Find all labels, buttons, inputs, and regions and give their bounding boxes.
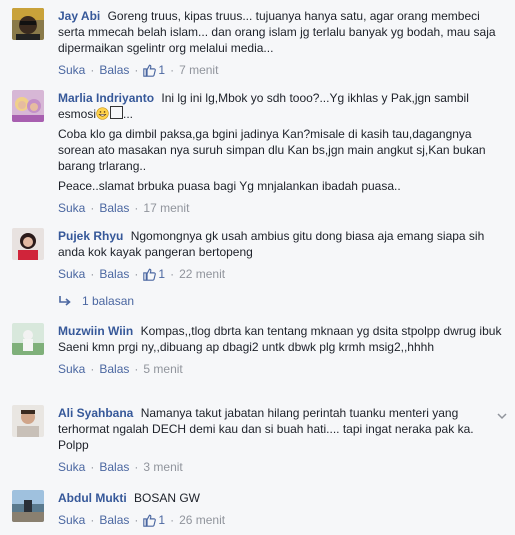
timestamp[interactable]: 17 menit — [143, 200, 189, 216]
avatar[interactable] — [12, 490, 44, 522]
comment-list: Jay Abi Goreng truus, kipas truus... tuj… — [0, 0, 515, 535]
separator: · — [134, 513, 139, 527]
timestamp[interactable]: 7 menit — [179, 62, 218, 78]
comment-text: BOSAN GW — [134, 491, 201, 505]
like-count[interactable]: 1 — [143, 512, 165, 528]
comment-actions: Suka · Balas · 1 · 22 menit — [58, 266, 505, 282]
comment-text: Goreng truus, kipas truus... tujuanya ha… — [58, 9, 496, 55]
separator: · — [90, 201, 95, 215]
like-button[interactable]: Suka — [58, 200, 85, 216]
reply-button[interactable]: Balas — [99, 459, 129, 475]
comment-author[interactable]: Abdul Mukti — [58, 491, 127, 505]
like-count-value: 1 — [158, 267, 166, 281]
separator: · — [90, 513, 95, 527]
timestamp[interactable]: 22 menit — [179, 266, 225, 282]
reply-button[interactable]: Balas — [99, 512, 129, 528]
separator: · — [90, 460, 95, 474]
comment-author[interactable]: Pujek Rhyu — [58, 229, 123, 243]
comment-text: Coba klo ga dimbil paksa,ga bgini jadiny… — [58, 127, 486, 173]
comment-actions: Suka · Balas · 3 menit — [58, 459, 505, 475]
chevron-down-icon[interactable] — [497, 411, 507, 421]
separator: · — [134, 201, 139, 215]
like-count[interactable]: 1 — [143, 62, 165, 78]
separator: · — [170, 63, 175, 77]
avatar[interactable] — [12, 228, 44, 260]
separator: · — [134, 267, 139, 281]
separator: · — [90, 267, 95, 281]
like-count-value: 1 — [158, 513, 166, 527]
like-button[interactable]: Suka — [58, 512, 85, 528]
comment-author[interactable]: Jay Abi — [58, 9, 100, 23]
replies-count: 1 balasan — [82, 294, 135, 308]
comment-text: ... — [123, 107, 134, 121]
comment-text: Peace..slamat brbuka puasa bagi Yg mnjal… — [58, 179, 401, 193]
unknown-glyph-icon — [110, 106, 124, 119]
reply-button[interactable]: Balas — [99, 62, 129, 78]
reply-button[interactable]: Balas — [99, 266, 129, 282]
avatar[interactable] — [12, 90, 44, 122]
comment-actions: Suka · Balas · 17 menit — [58, 200, 505, 216]
like-count[interactable]: 1 — [143, 266, 165, 282]
comment-author[interactable]: Marlia Indriyanto — [58, 91, 154, 105]
timestamp[interactable]: 3 menit — [143, 459, 182, 475]
avatar[interactable] — [12, 405, 44, 437]
avatar[interactable] — [12, 323, 44, 355]
comment-author[interactable]: Ali Syahbana — [58, 406, 133, 420]
separator: · — [90, 362, 95, 376]
separator: · — [90, 63, 95, 77]
reply-button[interactable]: Balas — [99, 200, 129, 216]
like-button[interactable]: Suka — [58, 459, 85, 475]
separator: · — [134, 63, 139, 77]
separator: · — [170, 513, 175, 527]
like-button[interactable]: Suka — [58, 62, 85, 78]
separator: · — [134, 460, 139, 474]
like-count-value: 1 — [158, 63, 166, 77]
comment-actions: Suka · Balas · 1 · 7 menit — [58, 62, 505, 78]
thumbs-up-icon — [143, 268, 157, 281]
comment-author[interactable]: Muzwiin Wiin — [58, 324, 133, 338]
like-button[interactable]: Suka — [58, 361, 85, 377]
grinning-face-icon — [96, 107, 109, 120]
separator: · — [170, 267, 175, 281]
comment-actions: Suka · Balas · 5 menit — [58, 361, 505, 377]
timestamp[interactable]: 5 menit — [143, 361, 182, 377]
timestamp[interactable]: 26 menit — [179, 512, 225, 528]
like-button[interactable]: Suka — [58, 266, 85, 282]
view-replies-link[interactable]: 1 balasan — [58, 294, 134, 308]
avatar[interactable] — [12, 8, 44, 40]
thumbs-up-icon — [143, 514, 157, 527]
separator: · — [134, 362, 139, 376]
reply-arrow-icon — [59, 296, 71, 306]
reply-button[interactable]: Balas — [99, 361, 129, 377]
thumbs-up-icon — [143, 64, 157, 77]
comment-actions: Suka · Balas · 1 · 26 menit — [58, 512, 505, 528]
